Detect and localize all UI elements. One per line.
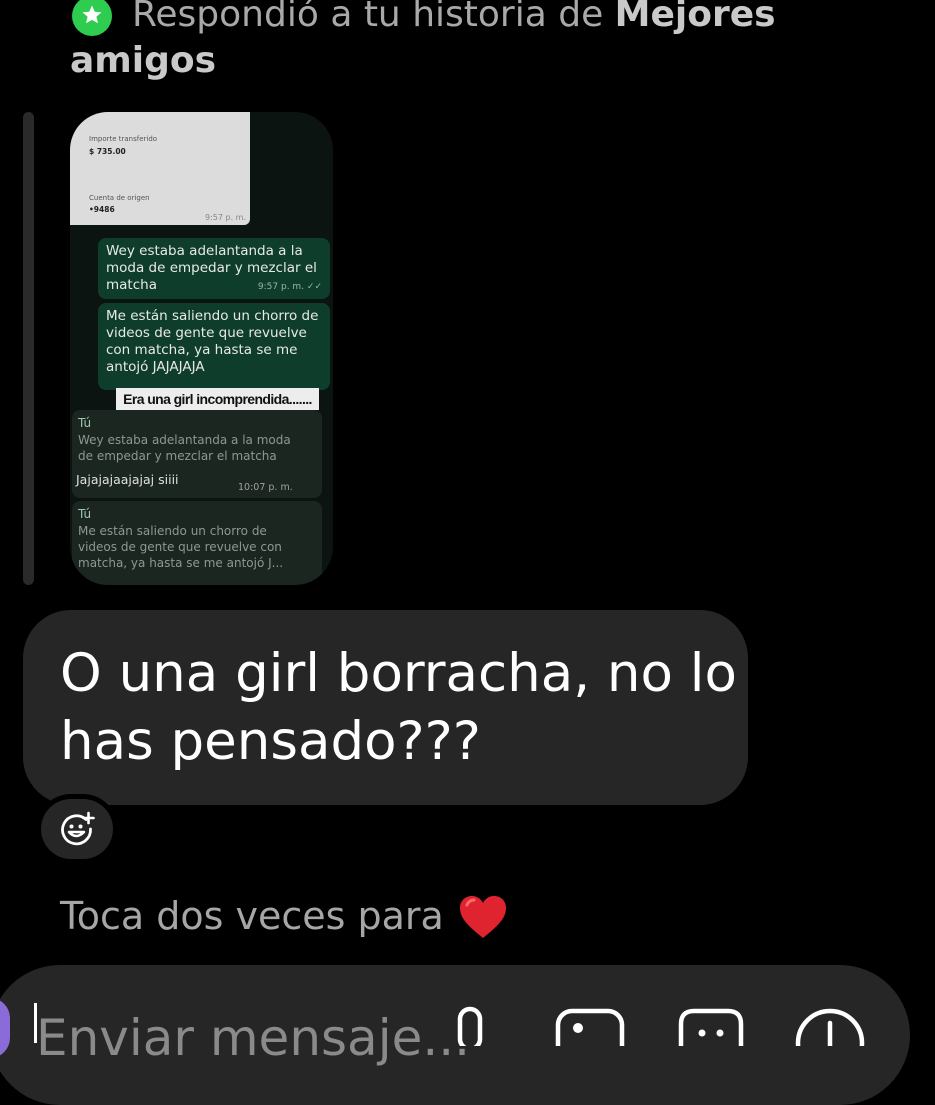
quoted-text-1: Wey estaba adelantanda a la moda de empe…	[78, 433, 291, 463]
story-caption: Era una girl incomprendida.......	[116, 388, 319, 410]
quoted-sender-2: Tú	[78, 507, 92, 521]
quoted-sender-1: Tú	[78, 416, 92, 430]
story-chat-bubble-2: Me están saliendo un chorro de videos de…	[98, 303, 330, 390]
sticker-icon[interactable]	[675, 1006, 747, 1046]
story-quoted-reply-1: Tú Wey estaba adelantanda a la moda de e…	[72, 410, 322, 498]
heart-icon	[460, 896, 506, 938]
add-reaction-icon	[61, 811, 95, 846]
quoted-story-bar	[23, 112, 34, 585]
receipt-value-amount: $ 735.00	[89, 147, 126, 156]
transfer-receipt-card: Importe transferido $ 735.00 Cuenta de o…	[70, 112, 250, 225]
gallery-icon[interactable]	[554, 1006, 626, 1046]
receipt-label-account: Cuenta de origen	[89, 194, 150, 202]
story-chat-bubble-1: Wey estaba adelantanda a la moda de empe…	[98, 238, 330, 299]
add-reaction-button[interactable]	[41, 799, 113, 859]
microphone-icon[interactable]	[448, 1006, 492, 1046]
message-text: O una girl borracha, no lo has pensado??…	[60, 643, 737, 772]
quoted-reply-time-1: 10:07 p. m.	[238, 482, 293, 493]
quoted-reply-text-1: Jajajajaajajaj siiii	[76, 472, 179, 487]
story-chat-text-2: Me están saliendo un chorro de videos de…	[106, 308, 319, 375]
story-thumbnail[interactable]: Importe transferido $ 735.00 Cuenta de o…	[70, 112, 333, 585]
receipt-label-amount: Importe transferido	[89, 135, 158, 143]
story-chat-time-1: 9:57 p. m. ✓✓	[257, 282, 322, 292]
story-quoted-reply-2: Tú Me están saliendo un chorro de videos…	[72, 501, 322, 585]
quoted-text-2: Me están saliendo un chorro de videos de…	[78, 524, 284, 570]
message-input[interactable]: Enviar mensaje...	[36, 1008, 470, 1068]
receipt-value-account: •9486	[89, 205, 115, 214]
reply-header-text: Respondió a tu historia de	[132, 0, 615, 35]
add-icon[interactable]	[793, 1006, 867, 1046]
receipt-time: 9:57 p. m.	[204, 213, 246, 222]
double-tap-hint: Toca dos veces para	[60, 894, 444, 938]
story-reply-header: Respondió a tu historia de Mejores amigo…	[70, 0, 850, 84]
